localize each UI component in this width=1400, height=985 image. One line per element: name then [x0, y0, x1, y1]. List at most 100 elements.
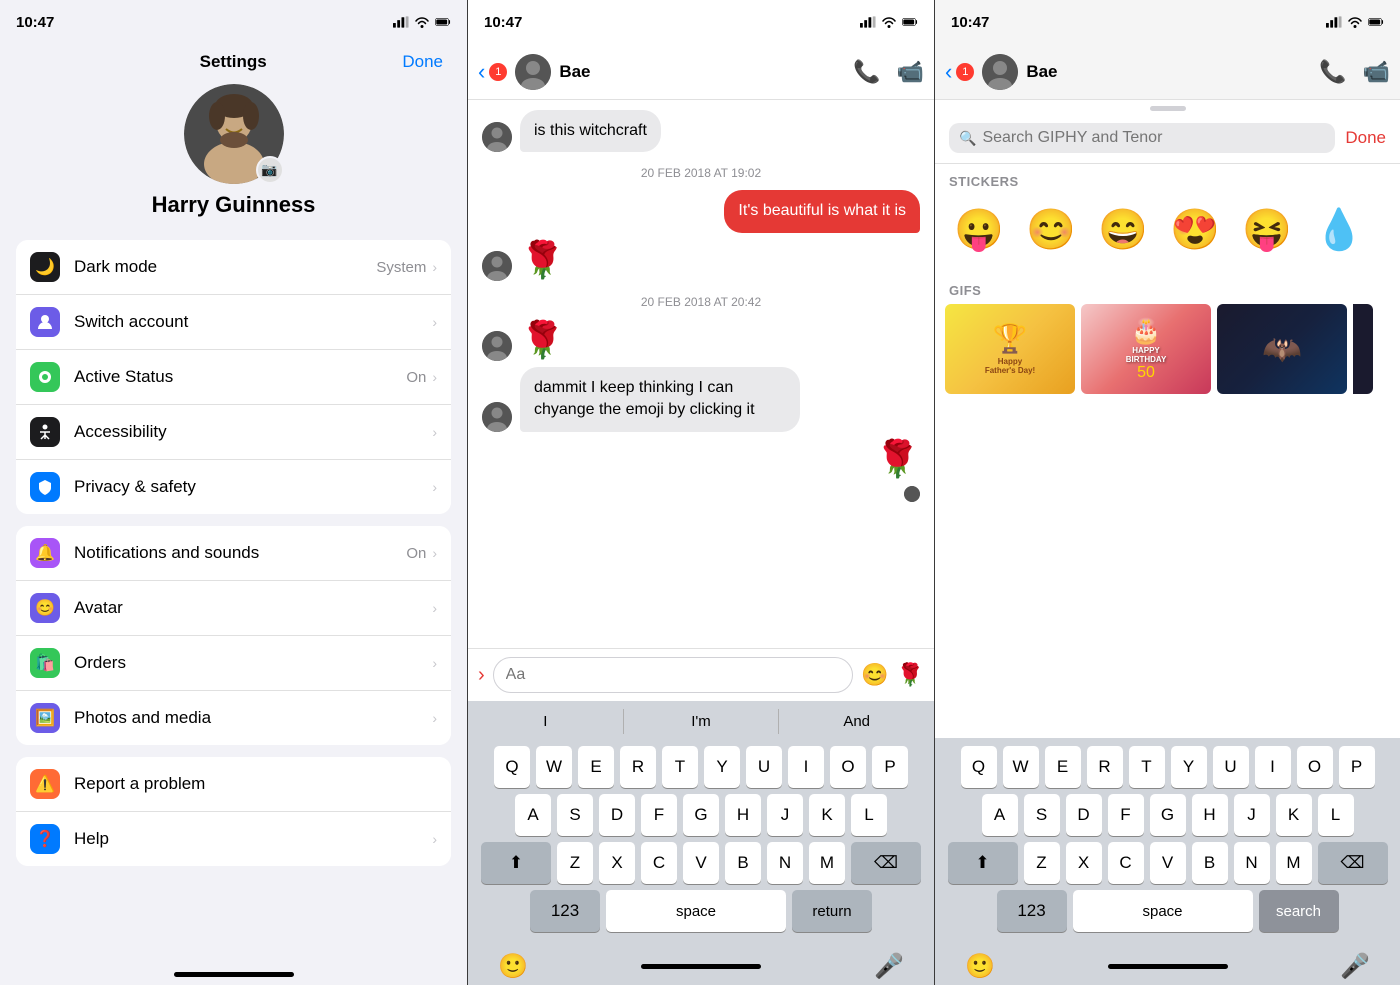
sticker-3[interactable]: 😄 [1089, 195, 1157, 263]
suggestion-1[interactable]: I [468, 709, 624, 734]
emoji-button[interactable]: 😊 [861, 662, 888, 688]
back-button[interactable]: ‹ 1 [478, 59, 507, 85]
key-j[interactable]: J [767, 794, 803, 836]
key-u[interactable]: U [746, 746, 782, 788]
key-re[interactable]: E [1045, 746, 1081, 788]
key-p[interactable]: P [872, 746, 908, 788]
sticker-6[interactable]: 💧 [1305, 195, 1373, 263]
giphy-search-input[interactable] [982, 129, 1325, 147]
sticker-2[interactable]: 😊 [1017, 195, 1085, 263]
sticker-1[interactable]: 😛 [945, 195, 1013, 263]
mic-icon-right[interactable]: 🎤 [1340, 952, 1370, 981]
giphy-done-button[interactable]: Done [1345, 128, 1386, 148]
settings-item-switch-account[interactable]: Switch account › [16, 295, 451, 350]
phone-button-right[interactable]: 📞 [1319, 59, 1346, 85]
rose-button[interactable]: 🌹 [897, 662, 924, 688]
key-k[interactable]: K [809, 794, 845, 836]
key-rg[interactable]: G [1150, 794, 1186, 836]
emoji-picker-icon-right[interactable]: 🙂 [965, 952, 995, 981]
mic-icon[interactable]: 🎤 [874, 952, 904, 981]
back-button-right[interactable]: ‹ 1 [945, 59, 974, 85]
video-button[interactable]: 📹 [897, 59, 924, 85]
settings-item-notifications[interactable]: 🔔 Notifications and sounds On › [16, 526, 451, 581]
settings-done-button[interactable]: Done [402, 52, 443, 72]
key-ro[interactable]: O [1297, 746, 1333, 788]
key-i[interactable]: I [788, 746, 824, 788]
settings-item-accessibility[interactable]: Accessibility › [16, 405, 451, 460]
suggestion-3[interactable]: And [779, 709, 934, 734]
emoji-picker-icon[interactable]: 🙂 [498, 952, 528, 981]
key-rk[interactable]: K [1276, 794, 1312, 836]
key-rv[interactable]: V [1150, 842, 1186, 884]
giphy-search-wrap[interactable]: 🔍 [949, 123, 1335, 153]
message-input[interactable] [493, 657, 854, 693]
expand-button[interactable]: › [478, 664, 485, 687]
key-rf[interactable]: F [1108, 794, 1144, 836]
key-rm[interactable]: M [1276, 842, 1312, 884]
sticker-5[interactable]: 😝 [1233, 195, 1301, 263]
key-a[interactable]: A [515, 794, 551, 836]
settings-item-active-status[interactable]: Active Status On › [16, 350, 451, 405]
key-rj[interactable]: J [1234, 794, 1270, 836]
suggestion-2[interactable]: I'm [624, 709, 780, 734]
settings-item-help[interactable]: ❓ Help › [16, 812, 451, 866]
key-rh[interactable]: H [1192, 794, 1228, 836]
settings-item-photos[interactable]: 🖼️ Photos and media › [16, 691, 451, 745]
key-s[interactable]: S [557, 794, 593, 836]
key-search[interactable]: search [1259, 890, 1339, 932]
key-rdelete[interactable]: ⌫ [1318, 842, 1388, 884]
key-rb[interactable]: B [1192, 842, 1228, 884]
sticker-4[interactable]: 😍 [1161, 195, 1229, 263]
settings-item-avatar[interactable]: 😊 Avatar › [16, 581, 451, 636]
key-v[interactable]: V [683, 842, 719, 884]
settings-item-orders[interactable]: 🛍️ Orders › [16, 636, 451, 691]
key-rr[interactable]: R [1087, 746, 1123, 788]
key-rt[interactable]: T [1129, 746, 1165, 788]
key-rs[interactable]: S [1024, 794, 1060, 836]
key-rl[interactable]: L [1318, 794, 1354, 836]
key-rn[interactable]: N [1234, 842, 1270, 884]
key-ra[interactable]: A [982, 794, 1018, 836]
gif-1[interactable]: 🏆 HappyFather's Day! [945, 304, 1075, 394]
key-rq[interactable]: Q [961, 746, 997, 788]
key-rp[interactable]: P [1339, 746, 1375, 788]
key-r123[interactable]: 123 [997, 890, 1067, 932]
key-n[interactable]: N [767, 842, 803, 884]
gif-3[interactable]: 🦇 [1217, 304, 1347, 394]
key-rd[interactable]: D [1066, 794, 1102, 836]
key-d[interactable]: D [599, 794, 635, 836]
key-c[interactable]: C [641, 842, 677, 884]
key-rc[interactable]: C [1108, 842, 1144, 884]
phone-button[interactable]: 📞 [853, 59, 880, 85]
key-rspace[interactable]: space [1073, 890, 1253, 932]
key-w[interactable]: W [536, 746, 572, 788]
key-shift[interactable]: ⬆ [481, 842, 551, 884]
key-r[interactable]: R [620, 746, 656, 788]
key-o[interactable]: O [830, 746, 866, 788]
gif-2[interactable]: 🎂 HAPPYBIRTHDAY 50 [1081, 304, 1211, 394]
key-l[interactable]: L [851, 794, 887, 836]
key-e[interactable]: E [578, 746, 614, 788]
key-ru[interactable]: U [1213, 746, 1249, 788]
key-rw[interactable]: W [1003, 746, 1039, 788]
key-space[interactable]: space [606, 890, 786, 932]
key-return[interactable]: return [792, 890, 872, 932]
key-y[interactable]: Y [704, 746, 740, 788]
key-123[interactable]: 123 [530, 890, 600, 932]
key-rx[interactable]: X [1066, 842, 1102, 884]
key-z[interactable]: Z [557, 842, 593, 884]
avatar[interactable]: 📷 [184, 84, 284, 184]
key-delete[interactable]: ⌫ [851, 842, 921, 884]
settings-item-privacy[interactable]: Privacy & safety › [16, 460, 451, 514]
key-rshift[interactable]: ⬆ [948, 842, 1018, 884]
settings-item-report[interactable]: ⚠️ Report a problem [16, 757, 451, 812]
key-ry[interactable]: Y [1171, 746, 1207, 788]
key-ri[interactable]: I [1255, 746, 1291, 788]
key-rz[interactable]: Z [1024, 842, 1060, 884]
settings-item-dark-mode[interactable]: 🌙 Dark mode System › [16, 240, 451, 295]
key-m[interactable]: M [809, 842, 845, 884]
key-q[interactable]: Q [494, 746, 530, 788]
key-g[interactable]: G [683, 794, 719, 836]
key-t[interactable]: T [662, 746, 698, 788]
key-h[interactable]: H [725, 794, 761, 836]
